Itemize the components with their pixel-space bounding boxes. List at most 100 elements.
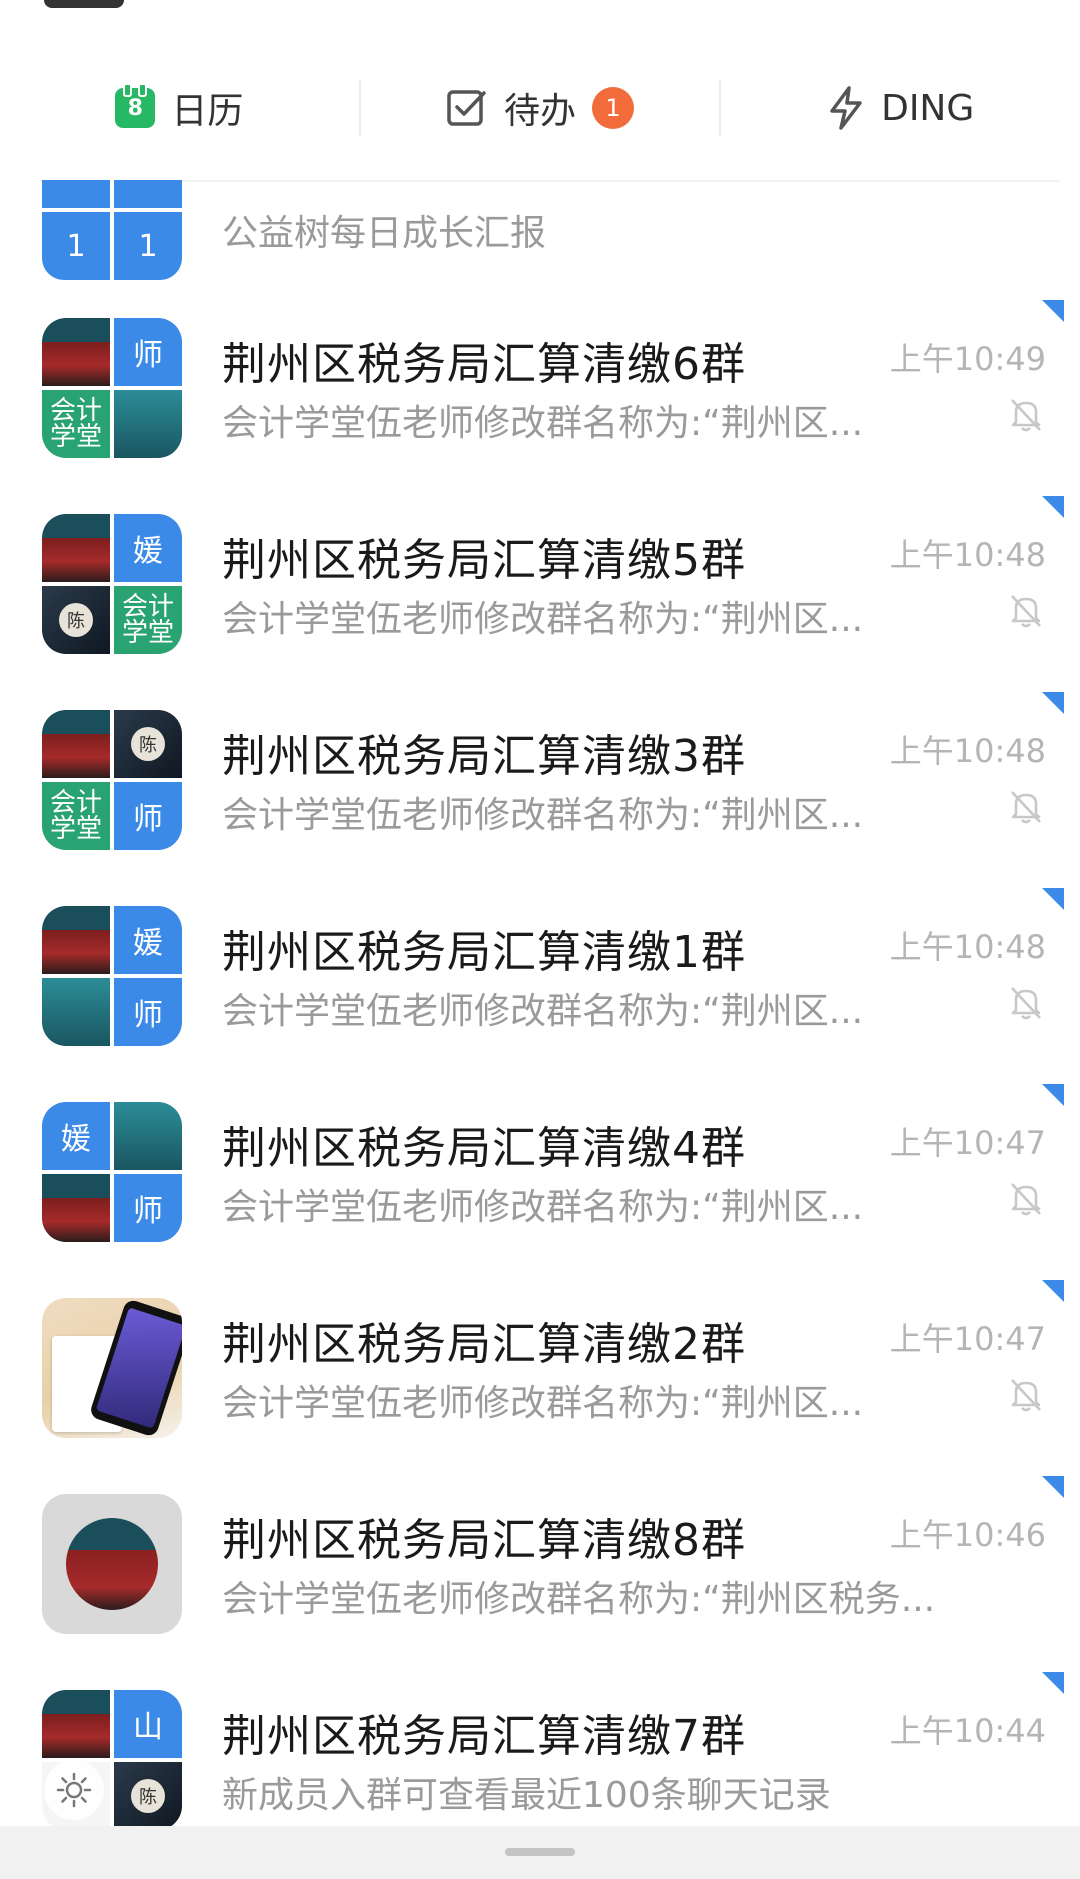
quick-action-bar: 8 日历 待办 1 DING — [0, 58, 1080, 158]
avatar-cell: 媛 — [114, 514, 182, 582]
chat-time: 上午10:44 — [889, 1712, 1046, 1750]
avatar-photo: 陈 — [114, 1762, 182, 1830]
pinned-flag-icon — [1042, 300, 1064, 322]
calendar-icon: 8 — [115, 83, 156, 128]
chat-row[interactable]: 荆州区税务局汇算清缴8群 上午10:46 会计学堂伍老师修改群名称为:“荆州区税… — [0, 1466, 1080, 1662]
avatar-photo — [42, 1174, 110, 1242]
mute-bell-icon — [1011, 399, 1041, 432]
mute-bell-icon — [1011, 791, 1041, 824]
avatar-photo — [42, 906, 110, 974]
avatar-cell — [114, 180, 182, 208]
pinned-flag-icon — [1042, 1084, 1064, 1106]
chat-title: 荆州区税务局汇算清缴5群 — [222, 535, 746, 586]
avatar-photo — [42, 318, 110, 386]
ding-shortcut[interactable]: DING — [721, 58, 1080, 158]
avatar: 媛 陈 会计学堂 — [42, 514, 182, 654]
avatar: 媛 师 — [42, 906, 182, 1046]
pinned-flag-icon — [1042, 888, 1064, 910]
mute-bell-icon — [1011, 1183, 1041, 1216]
sun-icon[interactable] — [44, 1760, 104, 1820]
chat-preview: 会计学堂伍老师修改群名称为:“荆州区... — [222, 403, 864, 444]
avatar-photo — [114, 1102, 182, 1170]
avatar — [42, 1298, 182, 1438]
pinned-flag-icon — [1042, 496, 1064, 518]
chat-time: 上午10:47 — [889, 1320, 1046, 1358]
chat-title: 荆州区税务局汇算清缴6群 — [222, 339, 746, 390]
mute-bell-icon — [1011, 987, 1041, 1020]
chat-preview: 会计学堂伍老师修改群名称为:“荆州区税务... — [222, 1579, 936, 1620]
chat-title: 荆州区税务局汇算清缴8群 — [222, 1515, 746, 1566]
avatar-cell: 山 — [114, 1690, 182, 1758]
avatar-cell: 1 — [114, 212, 182, 280]
avatar-cell — [42, 180, 110, 208]
avatar-stamp: 陈 — [59, 603, 93, 637]
avatar-cell: 师 — [114, 318, 182, 386]
avatar-cell: 会计学堂 — [42, 782, 110, 850]
chat-time: 上午10:48 — [889, 732, 1046, 770]
chat-row[interactable]: 媛 陈 会计学堂 荆州区税务局汇算清缴5群 上午10:48 会计学堂伍老师修改群… — [0, 486, 1080, 682]
mute-bell-icon — [1011, 1379, 1041, 1412]
chat-preview: 公益树每日成长汇报 — [222, 213, 547, 254]
chat-row[interactable]: 媛 师 荆州区税务局汇算清缴1群 上午10:48 会计学堂伍老师修改群名称为:“… — [0, 878, 1080, 1074]
avatar-stamp: 陈 — [131, 727, 165, 761]
pinned-flag-icon — [1042, 1280, 1064, 1302]
chat-time: 上午10:48 — [889, 928, 1046, 966]
pinned-flag-icon — [1042, 1672, 1064, 1694]
chat-row[interactable]: 媛 师 荆州区税务局汇算清缴4群 上午10:47 会计学堂伍老师修改群名称为:“… — [0, 1074, 1080, 1270]
chat-time: 上午10:46 — [889, 1516, 1046, 1554]
avatar-photo — [114, 390, 182, 458]
avatar: 陈 会计学堂 师 — [42, 710, 182, 850]
chat-title: 荆州区税务局汇算清缴2群 — [222, 1319, 746, 1370]
avatar-photo: 陈 — [114, 710, 182, 778]
checkbox-icon — [446, 87, 488, 129]
ding-label: DING — [881, 87, 975, 129]
todo-label: 待办 — [504, 91, 577, 132]
chat-preview: 会计学堂伍老师修改群名称为:“荆州区... — [222, 1383, 864, 1424]
avatar-photo — [42, 514, 110, 582]
chat-preview: 会计学堂伍老师修改群名称为:“荆州区... — [222, 599, 864, 640]
chat-time: 上午10:49 — [889, 340, 1046, 378]
avatar-cell: 师 — [114, 978, 182, 1046]
mute-bell-icon — [1011, 595, 1041, 628]
avatar-cell: 会计学堂 — [114, 586, 182, 654]
bottom-bar — [0, 1826, 1080, 1879]
calendar-label: 日历 — [171, 91, 244, 132]
avatar-cell: 会计学堂 — [42, 390, 110, 458]
partial-avatar-top — [44, 0, 124, 8]
avatar: 师 会计学堂 — [42, 318, 182, 458]
avatar-cell: 媛 — [42, 1102, 110, 1170]
avatar-photo: 陈 — [42, 586, 110, 654]
chat-time: 上午10:47 — [889, 1124, 1046, 1162]
home-indicator[interactable] — [505, 1848, 575, 1856]
pinned-flag-icon — [1042, 1476, 1064, 1498]
avatar — [42, 1494, 182, 1634]
chat-title: 荆州区税务局汇算清缴3群 — [222, 731, 746, 782]
avatar-cell: 师 — [114, 782, 182, 850]
chat-row[interactable]: 师 会计学堂 荆州区税务局汇算清缴6群 上午10:49 会计学堂伍老师修改群名称… — [0, 290, 1080, 486]
avatar-photo — [42, 1690, 110, 1758]
chat-time: 上午10:48 — [889, 536, 1046, 574]
chat-title: 荆州区税务局汇算清缴1群 — [222, 927, 746, 978]
avatar-stamp: 陈 — [131, 1779, 165, 1813]
todo-shortcut[interactable]: 待办 1 — [361, 58, 720, 158]
lightning-icon — [827, 85, 865, 131]
chat-title: 荆州区税务局汇算清缴7群 — [222, 1711, 746, 1762]
chat-row[interactable]: 陈 会计学堂 师 荆州区税务局汇算清缴3群 上午10:48 会计学堂伍老师修改群… — [0, 682, 1080, 878]
avatar-cell: 媛 — [114, 906, 182, 974]
avatar-photo — [42, 710, 110, 778]
chat-preview: 会计学堂伍老师修改群名称为:“荆州区... — [222, 1187, 864, 1228]
chat-preview: 会计学堂伍老师修改群名称为:“荆州区... — [222, 795, 864, 836]
chat-title: 荆州区税务局汇算清缴4群 — [222, 1123, 746, 1174]
todo-count-badge: 1 — [592, 87, 635, 129]
chat-list: 师 会计学堂 荆州区税务局汇算清缴6群 上午10:49 会计学堂伍老师修改群名称… — [0, 290, 1080, 1858]
chat-preview: 会计学堂伍老师修改群名称为:“荆州区... — [222, 991, 864, 1032]
avatar-photo — [66, 1518, 158, 1610]
chat-row-partial[interactable]: 1 1 公益树每日成长汇报 — [0, 180, 1080, 280]
calendar-shortcut[interactable]: 8 日历 — [0, 58, 359, 158]
avatar-cell: 1 — [42, 212, 110, 280]
avatar-photo — [42, 978, 110, 1046]
chat-row[interactable]: 荆州区税务局汇算清缴2群 上午10:47 会计学堂伍老师修改群名称为:“荆州区.… — [0, 1270, 1080, 1466]
chat-preview: 新成员入群可查看最近100条聊天记录 — [222, 1775, 831, 1816]
pinned-flag-icon — [1042, 692, 1064, 714]
avatar: 1 1 — [42, 180, 182, 280]
